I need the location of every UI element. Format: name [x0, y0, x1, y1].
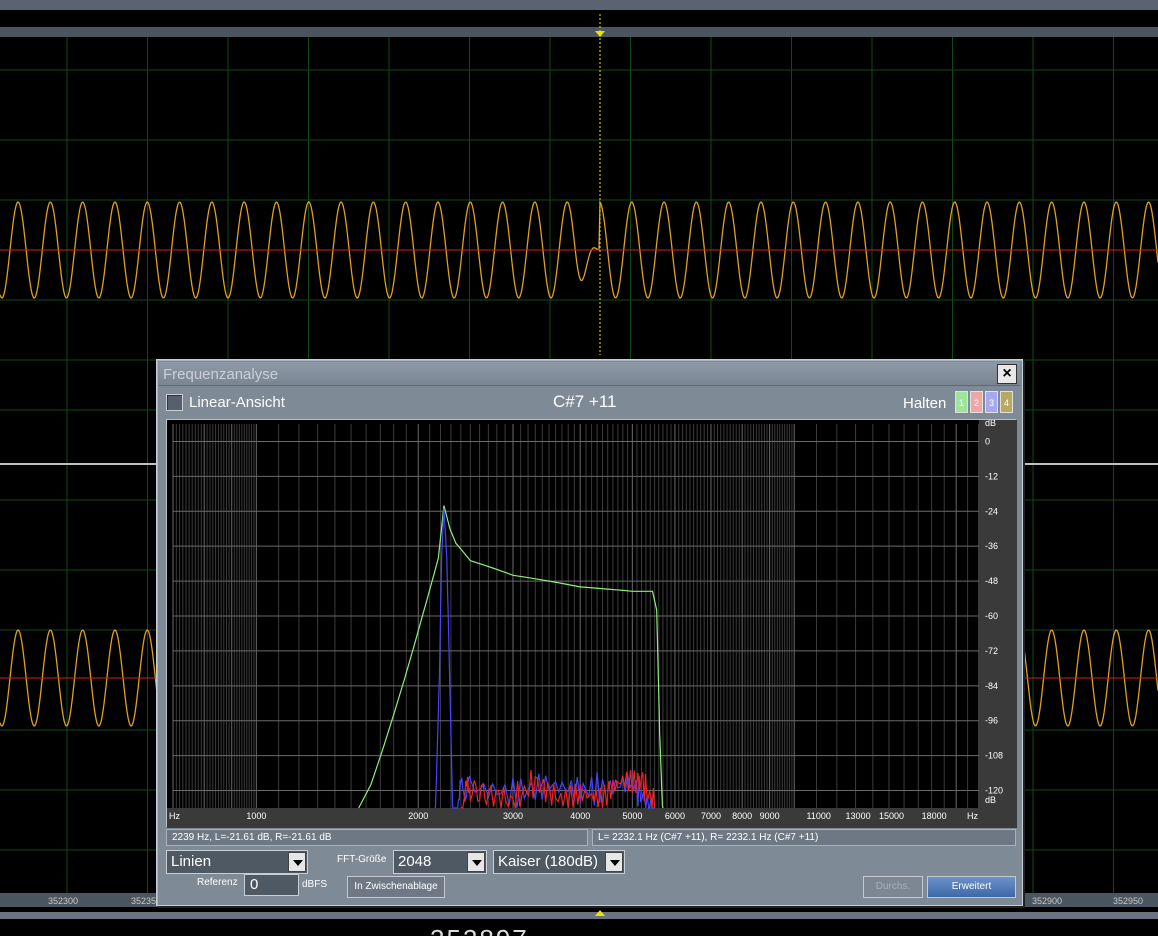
- x-tick-label: 15000: [879, 811, 904, 821]
- y-tick-label: -96: [985, 716, 998, 726]
- linear-view-label: Linear-Ansicht: [189, 394, 285, 411]
- dialog-title: Frequenzanalyse: [163, 366, 279, 383]
- x-tick-label: 5000: [622, 811, 642, 821]
- ruler-label: 352900: [1032, 896, 1063, 906]
- x-tick-label: 2000: [408, 811, 428, 821]
- x-tick-label: 9000: [760, 811, 780, 821]
- fft-size-select[interactable]: 2048: [393, 850, 487, 874]
- window-value: Kaiser (180dB): [498, 853, 599, 870]
- spectrum-plot[interactable]: dB 0 -12 -24 -36 -48 -60 -72 -84 -96 -108 -120 dB Hz 1…: [166, 419, 1017, 828]
- window-select[interactable]: Kaiser (180dB): [493, 850, 625, 874]
- chevron-down-icon[interactable]: [605, 852, 623, 872]
- hold-button-2[interactable]: 2: [970, 391, 983, 413]
- spectrum-series-blue: [434, 508, 655, 809]
- x-tick-label: 7000: [701, 811, 721, 821]
- x-tick-label: 13000: [846, 811, 871, 821]
- dialog-toolbar: Linear-Ansicht C#7 +11 Halten 1 2 3 4: [165, 390, 1017, 416]
- x-tick-label: 6000: [665, 811, 685, 821]
- y-tick-label: 0: [985, 436, 990, 446]
- close-icon[interactable]: ×: [997, 364, 1017, 384]
- x-tick-label: 3000: [503, 811, 523, 821]
- y-tick-label: -48: [985, 576, 998, 586]
- fft-size-label: FFT-Größe: [337, 854, 387, 865]
- chevron-down-icon[interactable]: [288, 852, 306, 872]
- x-tick-label: Hz: [169, 811, 180, 821]
- ruler-label: 352950: [1113, 896, 1144, 906]
- dialog-titlebar[interactable]: Frequenzanalyse ×: [159, 362, 1020, 386]
- x-tick-label: Hz: [967, 811, 978, 821]
- bottom-scrollbar: [0, 912, 1158, 919]
- y-tick-label: -24: [985, 506, 998, 516]
- position-counter: 352897: [430, 924, 529, 936]
- x-tick-label: 4000: [570, 811, 590, 821]
- display-mode-value: Linien: [171, 853, 212, 870]
- fft-size-value: 2048: [398, 853, 432, 870]
- x-tick-label: 1000: [246, 811, 266, 821]
- y-tick-label: -84: [985, 681, 998, 691]
- hold-label: Halten: [903, 395, 947, 412]
- x-tick-label: 8000: [732, 811, 752, 821]
- cursor-status: 2239 Hz, L=-21.61 dB, R=-21.61 dB: [166, 829, 588, 846]
- y-tick-label: -12: [985, 471, 998, 481]
- y-tick-label: -60: [985, 611, 998, 621]
- x-tick-label: 11000: [807, 811, 831, 821]
- reference-unit: dBFS: [302, 879, 328, 890]
- hold-button-3[interactable]: 3: [985, 391, 998, 413]
- top-ruler: [0, 27, 1158, 37]
- average-button[interactable]: Durchs.: [863, 876, 923, 898]
- y-tick-label: -72: [985, 646, 998, 656]
- y-tick-label: dB: [985, 420, 996, 428]
- x-tick-label: 18000: [922, 811, 947, 821]
- chevron-down-icon[interactable]: [467, 852, 485, 872]
- y-tick-label: -36: [985, 541, 998, 551]
- top-scrollbar: [0, 0, 1158, 10]
- spectrum-svg[interactable]: dB0-12-24-36-48-60-72-84-96-108-120dBHz 1…: [167, 420, 1017, 828]
- display-mode-select[interactable]: Linien: [166, 850, 308, 874]
- advanced-button[interactable]: Erweitert: [927, 876, 1016, 898]
- frequency-analysis-dialog: Frequenzanalyse × Linear-Ansicht C#7 +11…: [156, 359, 1023, 906]
- hold-button-1[interactable]: 1: [955, 391, 968, 413]
- spectrum-series-green: [358, 505, 664, 809]
- hold-button-4[interactable]: 4: [1000, 391, 1013, 413]
- copy-clipboard-button[interactable]: In Zwischenablage: [347, 876, 445, 898]
- peak-status: L= 2232.1 Hz (C#7 +11), R= 2232.1 Hz (C#…: [592, 829, 1016, 846]
- note-readout: C#7 +11: [553, 392, 617, 411]
- y-tick-label: dB: [985, 795, 996, 805]
- reference-label: Referenz: [197, 877, 238, 888]
- ruler-label: 35235: [131, 896, 157, 906]
- y-tick-label: -108: [985, 751, 1003, 761]
- reference-input[interactable]: 0: [244, 874, 299, 896]
- linear-view-checkbox[interactable]: [166, 394, 183, 411]
- ruler-label: 352300: [48, 896, 79, 906]
